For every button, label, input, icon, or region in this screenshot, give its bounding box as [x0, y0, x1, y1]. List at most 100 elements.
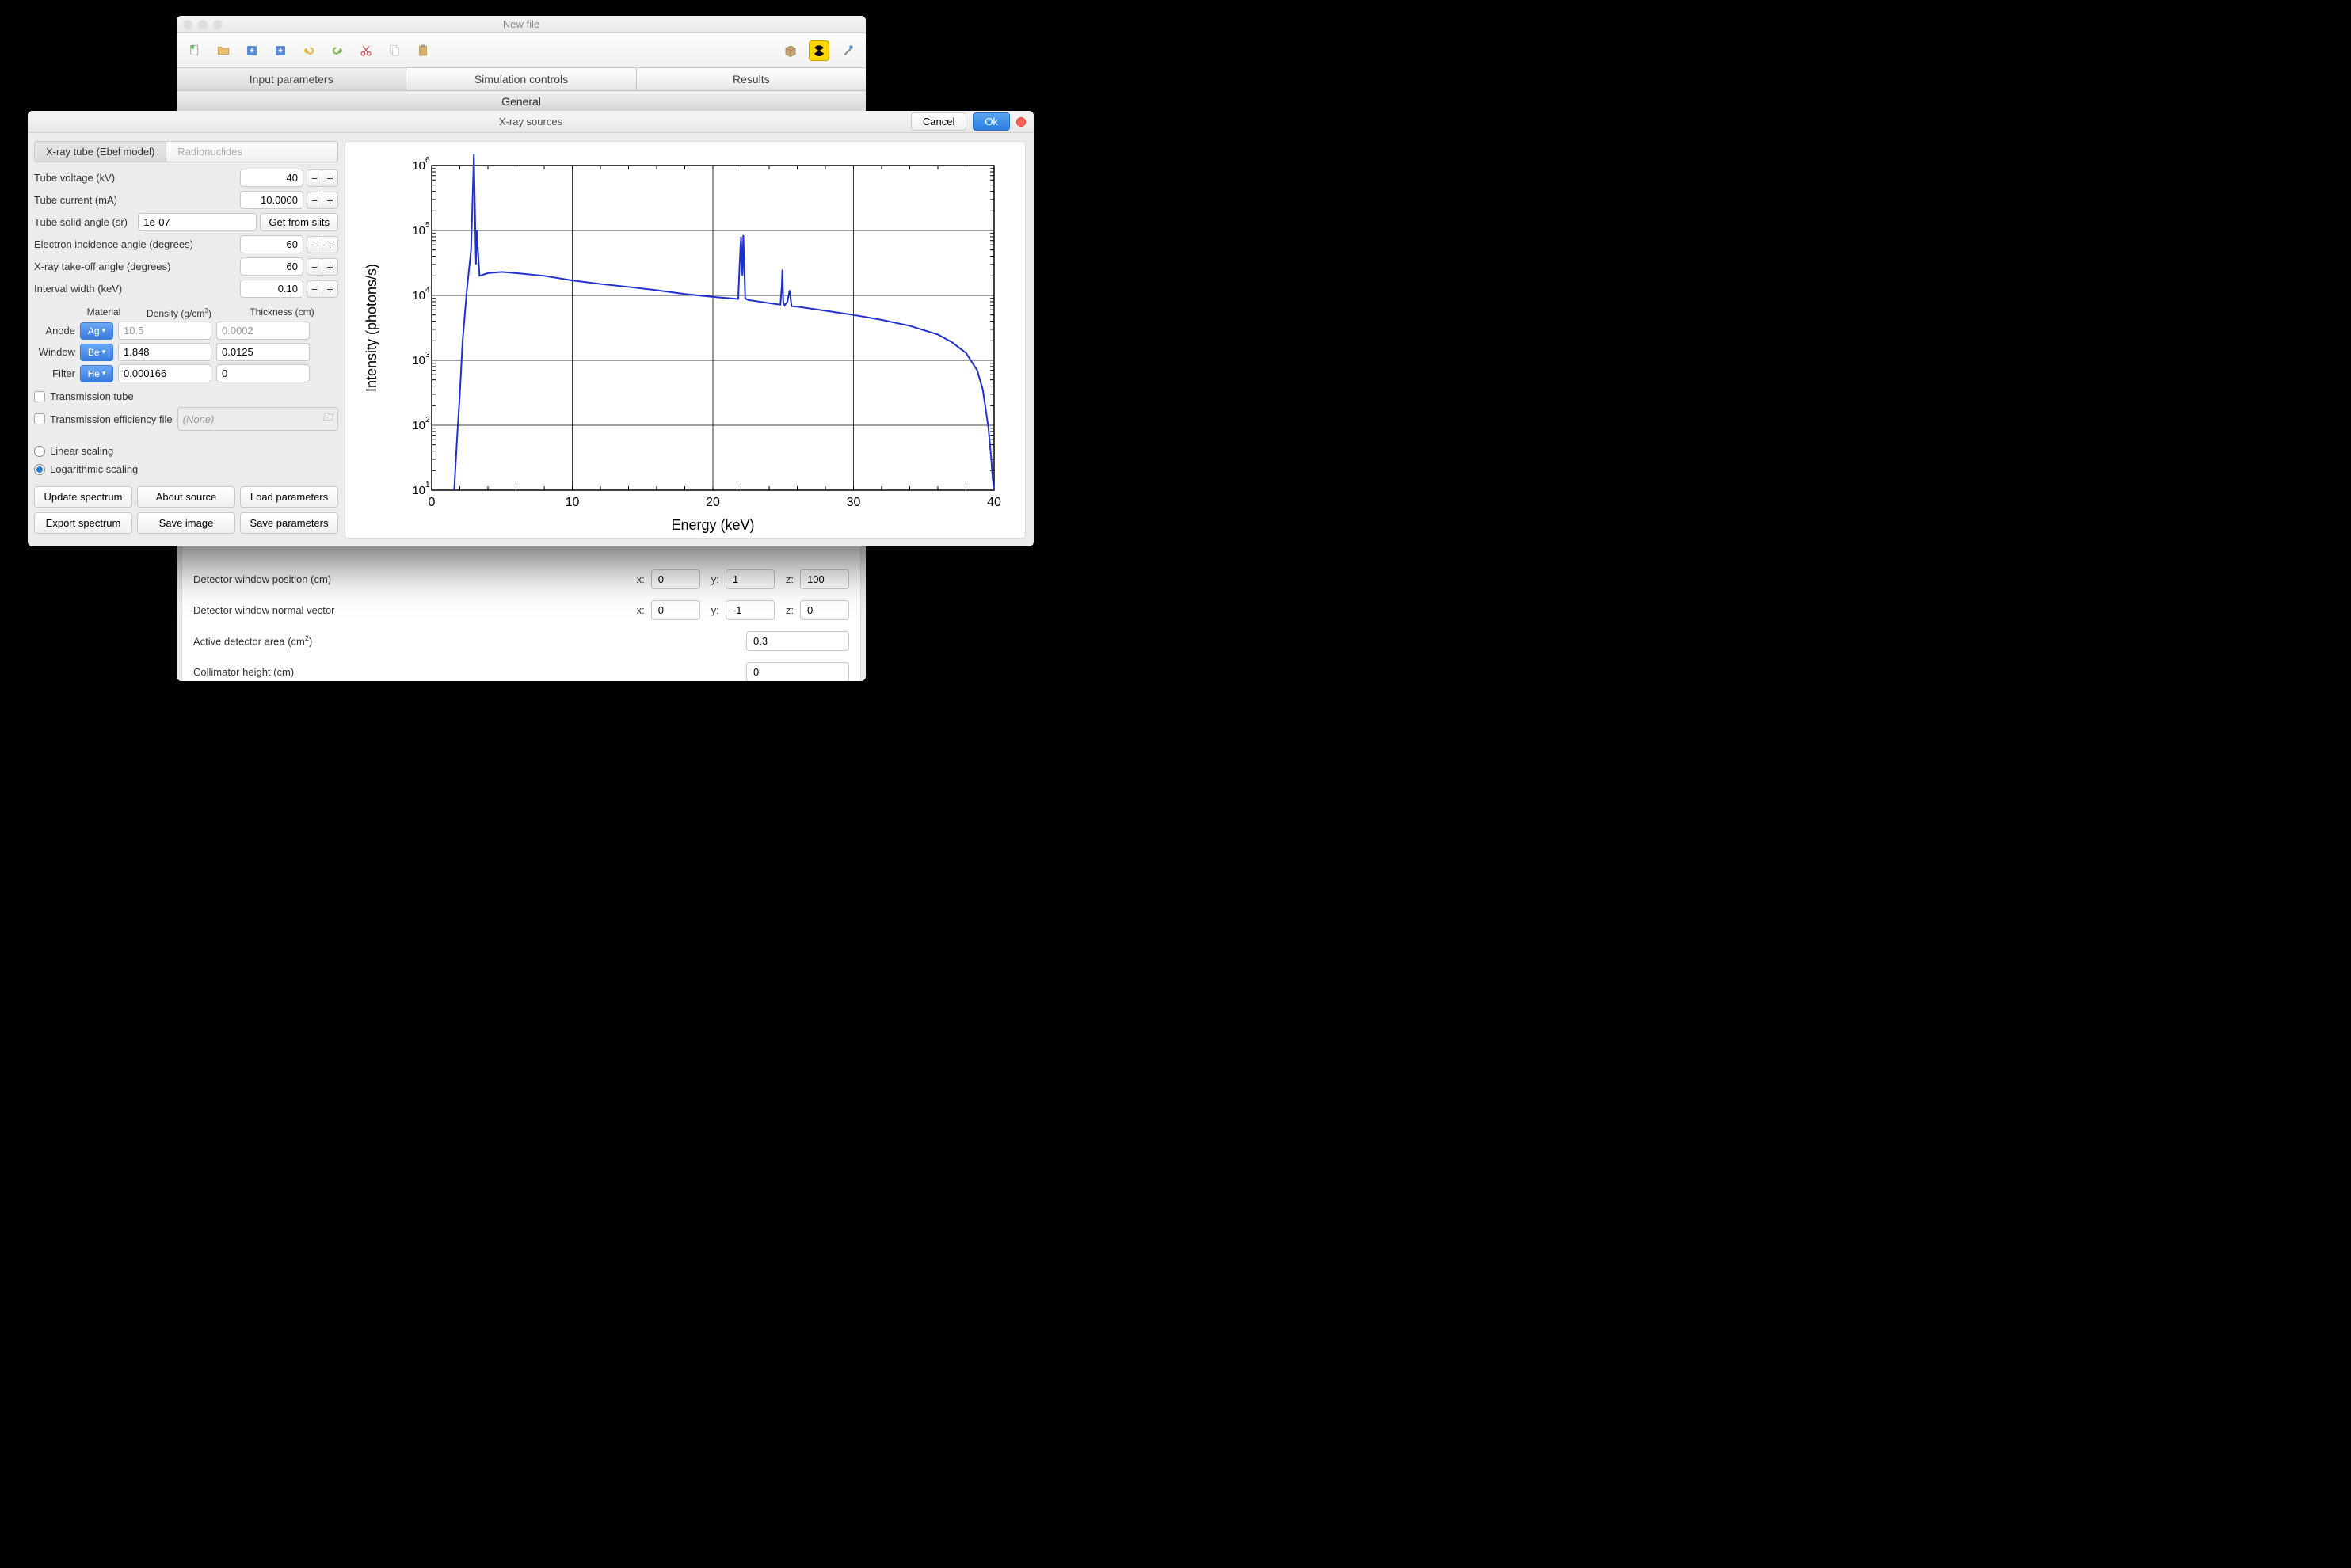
undo-icon[interactable]: [299, 40, 319, 61]
save-as-icon[interactable]: [270, 40, 291, 61]
material-select-2[interactable]: He: [80, 365, 113, 382]
redo-icon[interactable]: [327, 40, 348, 61]
density-input-1[interactable]: [118, 343, 211, 361]
trans-eff-file-checkbox[interactable]: [34, 413, 45, 424]
collimator-row: Collimator height (cm): [193, 662, 849, 681]
save-icon[interactable]: [242, 40, 262, 61]
svg-text:10: 10: [412, 289, 425, 303]
det-norm-y[interactable]: [726, 600, 775, 620]
material-row-filter: Filter He: [34, 364, 338, 382]
main-toolbar: +: [177, 33, 866, 68]
mat-hdr-thickness: Thickness (cm): [231, 306, 333, 319]
takeoff-plus[interactable]: +: [322, 258, 338, 276]
main-tabs: Input parameters Simulation controls Res…: [177, 68, 866, 91]
detector-area-input[interactable]: [746, 631, 849, 651]
cancel-button[interactable]: Cancel: [911, 112, 966, 131]
detector-area-row: Active detector area (cm2): [193, 631, 849, 651]
det-pos-z[interactable]: [800, 569, 849, 589]
density-input-0[interactable]: [118, 322, 211, 340]
interval-width-label: Interval width (keV): [34, 283, 237, 295]
source-type-tabs: X-ray tube (Ebel model) Radionuclides: [34, 141, 338, 162]
section-general: General: [177, 91, 866, 112]
thickness-input-1[interactable]: [216, 343, 310, 361]
transmission-tube-label: Transmission tube: [50, 390, 134, 402]
trans-eff-file-field[interactable]: (None) 🗀: [177, 407, 338, 431]
det-pos-y[interactable]: [726, 569, 775, 589]
current-plus[interactable]: +: [322, 192, 338, 209]
svg-text:40: 40: [987, 496, 1001, 509]
update-spectrum-button[interactable]: Update spectrum: [34, 486, 132, 508]
voltage-plus[interactable]: +: [322, 169, 338, 187]
svg-text:6: 6: [425, 156, 430, 165]
paste-icon[interactable]: [413, 40, 433, 61]
action-buttons: Update spectrum About source Load parame…: [34, 486, 338, 534]
interval-width-input[interactable]: [240, 280, 303, 298]
spectrum-chart: 010203040101102103104105106Energy (keV)I…: [345, 142, 1025, 538]
material-row-anode: Anode Ag: [34, 322, 338, 340]
mat-hdr-density: Density (g/cm3): [128, 306, 231, 319]
det-pos-x[interactable]: [651, 569, 700, 589]
tools-icon[interactable]: [837, 40, 858, 61]
tube-current-label: Tube current (mA): [34, 194, 237, 206]
save-image-button[interactable]: Save image: [137, 512, 235, 534]
log-scaling-radio[interactable]: [34, 464, 45, 475]
dialog-close-icon[interactable]: [1016, 117, 1026, 127]
electron-angle-input[interactable]: [240, 235, 303, 253]
svg-text:3: 3: [425, 351, 430, 360]
about-source-button[interactable]: About source: [137, 486, 235, 508]
load-parameters-button[interactable]: Load parameters: [240, 486, 338, 508]
svg-text:10: 10: [412, 159, 425, 173]
thickness-input-0[interactable]: [216, 322, 310, 340]
det-norm-z[interactable]: [800, 600, 849, 620]
ok-button[interactable]: Ok: [973, 112, 1010, 131]
transmission-tube-checkbox[interactable]: [34, 391, 45, 402]
open-folder-icon[interactable]: [213, 40, 234, 61]
tab-input-parameters[interactable]: Input parameters: [177, 68, 406, 90]
linear-scaling-label: Linear scaling: [50, 445, 113, 457]
linear-scaling-radio[interactable]: [34, 446, 45, 457]
interval-minus[interactable]: −: [307, 280, 322, 298]
file-open-icon[interactable]: 🗀: [322, 410, 333, 428]
tab-results[interactable]: Results: [637, 68, 866, 90]
get-from-slits-button[interactable]: Get from slits: [260, 213, 338, 231]
takeoff-minus[interactable]: −: [307, 258, 322, 276]
material-select-0[interactable]: Ag: [80, 322, 113, 340]
new-file-icon[interactable]: +: [185, 40, 205, 61]
cut-icon[interactable]: [356, 40, 376, 61]
interval-plus[interactable]: +: [322, 280, 338, 298]
material-select-1[interactable]: Be: [80, 344, 113, 361]
det-norm-x[interactable]: [651, 600, 700, 620]
svg-text:10: 10: [412, 224, 425, 238]
tab-xray-tube[interactable]: X-ray tube (Ebel model): [35, 142, 166, 162]
tab-radionuclides[interactable]: Radionuclides: [166, 142, 337, 162]
solid-angle-input[interactable]: [138, 213, 257, 231]
tube-voltage-input[interactable]: [240, 169, 303, 187]
dialog-titlebar: X-ray sources Cancel Ok: [28, 111, 1034, 133]
tube-current-input[interactable]: [240, 191, 303, 209]
collimator-input[interactable]: [746, 662, 849, 681]
current-minus[interactable]: −: [307, 192, 322, 209]
tab-simulation-controls[interactable]: Simulation controls: [406, 68, 636, 90]
package-icon[interactable]: [780, 40, 801, 61]
takeoff-angle-input[interactable]: [240, 257, 303, 276]
mat-hdr-material: Material: [80, 306, 128, 319]
eangle-minus[interactable]: −: [307, 236, 322, 253]
trans-eff-file-label: Transmission efficiency file: [50, 413, 173, 425]
thickness-input-2[interactable]: [216, 364, 310, 382]
takeoff-angle-label: X-ray take-off angle (degrees): [34, 261, 237, 272]
save-parameters-button[interactable]: Save parameters: [240, 512, 338, 534]
svg-text:0: 0: [429, 496, 436, 509]
eangle-plus[interactable]: +: [322, 236, 338, 253]
detector-normal-row: Detector window normal vector x: y: z:: [193, 600, 849, 620]
material-row-window: Window Be: [34, 343, 338, 361]
radiation-icon[interactable]: [809, 40, 829, 61]
svg-text:4: 4: [425, 286, 430, 295]
svg-text:+: +: [192, 46, 193, 49]
density-input-2[interactable]: [118, 364, 211, 382]
export-spectrum-button[interactable]: Export spectrum: [34, 512, 132, 534]
svg-text:10: 10: [412, 419, 425, 432]
copy-icon[interactable]: [384, 40, 405, 61]
main-window-title: New file: [177, 18, 866, 30]
svg-text:20: 20: [706, 496, 720, 509]
voltage-minus[interactable]: −: [307, 169, 322, 187]
